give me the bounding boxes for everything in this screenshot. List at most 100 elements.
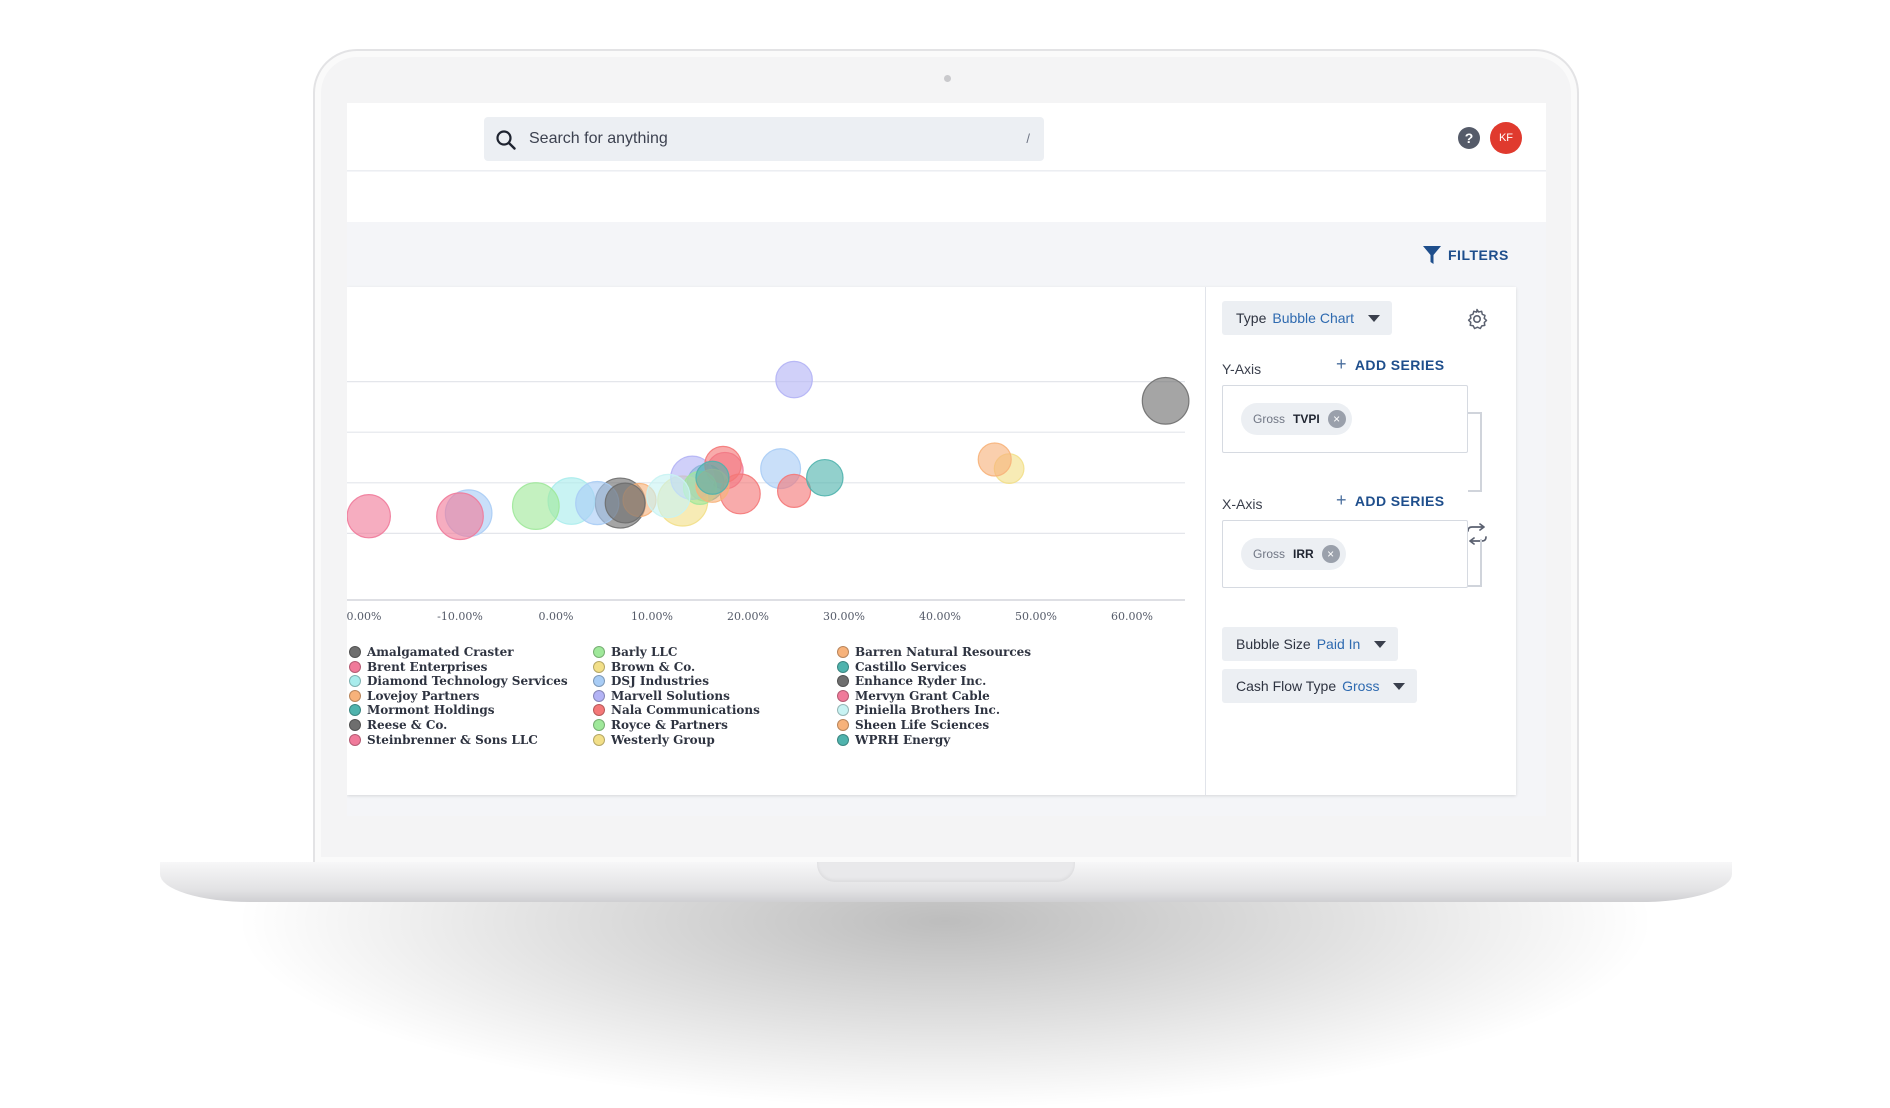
gear-icon[interactable] [1465,307,1489,331]
app-screen: Search for anything / ? KF FILTERS 0.00%… [347,103,1546,816]
avatar[interactable]: KF [1490,122,1522,154]
legend-item[interactable]: Royce & Partners [593,718,728,732]
legend-swatch [837,733,849,746]
y-series-box[interactable]: Gross TVPI × [1222,385,1468,453]
legend-item[interactable]: Lovejoy Partners [349,689,479,703]
legend-swatch [593,704,605,717]
laptop-notch [817,862,1075,882]
legend-swatch [349,733,361,746]
search-shortcut-hint: / [1026,131,1030,146]
legend-swatch [349,689,361,702]
x-add-series-button[interactable]: + ADD SERIES [1336,490,1445,511]
search-input[interactable]: Search for anything / [484,117,1044,161]
legend-item[interactable]: Brown & Co. [593,660,695,674]
x-series-tag: Gross IRR × [1241,538,1346,570]
y-add-series-button[interactable]: + ADD SERIES [1336,354,1445,375]
help-icon[interactable]: ? [1458,127,1480,149]
x-tick-label: 10.00% [631,610,673,623]
cash-flow-type-label: Cash Flow Type [1236,678,1337,694]
legend-item[interactable]: WPRH Energy [837,733,950,747]
y-series-tag: Gross TVPI × [1241,403,1352,435]
legend-swatch [593,646,605,658]
cash-flow-type-select[interactable]: Cash Flow Type Gross [1222,669,1418,703]
x-tick-label: 60.00% [1111,610,1153,623]
x-series-box[interactable]: Gross IRR × [1222,520,1468,588]
legend-swatch [349,704,361,717]
x-tag-metric: IRR [1293,547,1314,561]
filter-icon [1423,246,1441,264]
legend-swatch [349,646,361,658]
legend-label: WPRH Energy [855,732,951,747]
legend-label: Royce & Partners [611,718,728,732]
legend-item[interactable]: Barren Natural Resources [837,645,1031,659]
sub-header [347,172,1546,222]
bubble-size-select[interactable]: Bubble Size Paid In [1222,627,1399,661]
chart-card: 0.00% -10.00% 0.00% 10.00% 20.00% 30.00% 40.00… [347,287,1516,795]
legend-item[interactable]: Amalgamated Craster [349,645,514,659]
legend-item[interactable]: Mormont Holdings [349,703,494,717]
plus-icon: + [1336,490,1347,510]
bubble-size-value: Paid In [1316,636,1361,652]
x-tick-label: -10.00% [437,610,483,623]
search-placeholder: Search for anything [529,130,668,147]
chart-type-value: Bubble Chart [1272,310,1355,326]
panel-divider [1205,287,1206,795]
plus-icon: + [1336,354,1347,374]
x-add-series-label: ADD SERIES [1354,492,1445,509]
legend-swatch [837,704,849,717]
legend-label: Reese & Co. [367,718,448,732]
axis-link-bracket-lower [1468,539,1482,587]
legend-item[interactable]: Diamond Technology Services [349,674,568,688]
x-tick-label: 0.00% [347,610,381,623]
legend-item[interactable]: Westerly Group [593,733,715,747]
legend-item[interactable]: Sheen Life Sciences [837,718,989,732]
legend-item[interactable]: Castillo Services [837,660,966,674]
legend-swatch [837,689,849,702]
axis-link-bracket [1468,412,1482,492]
legend-label: Nala Communications [611,703,760,718]
bubble-chart: 0.00% -10.00% 0.00% 10.00% 20.00% 30.00% 40.00… [347,360,1190,623]
legend-label: Brown & Co. [611,659,696,674]
legend-item[interactable]: Marvell Solutions [593,689,730,703]
y-tag-kind: Gross [1253,412,1286,426]
bubble-point [511,482,560,530]
legend-item[interactable]: Barly LLC [593,645,677,659]
camera-dot [944,75,951,82]
legend-item[interactable]: DSJ Industries [593,674,709,688]
y-add-series-label: ADD SERIES [1354,356,1445,373]
search-icon [496,130,516,150]
legend-item[interactable]: Mervyn Grant Cable [837,689,990,703]
legend-item[interactable]: Reese & Co. [349,718,447,732]
remove-tag-icon[interactable]: × [1321,545,1340,563]
legend-swatch [593,733,605,746]
chart-type-select[interactable]: Type Bubble Chart [1222,301,1393,335]
chevron-down-icon [1393,682,1406,690]
legend-item[interactable]: Nala Communications [593,703,760,717]
bubble-point [695,460,730,495]
cash-flow-type-value: Gross [1342,678,1380,694]
x-tick-label: 20.00% [727,610,769,623]
legend-label: Barren Natural Resources [855,645,1032,659]
legend-label: Brent Enterprises [367,659,488,674]
legend-label: Diamond Technology Services [367,674,568,689]
legend-item[interactable]: Brent Enterprises [349,660,487,674]
legend-label: Castillo Services [855,659,967,674]
legend-label: Mervyn Grant Cable [855,688,990,703]
legend-item[interactable]: Steinbrenner & Sons LLC [349,733,538,747]
legend-item[interactable]: Piniella Brothers Inc. [837,703,1000,717]
bubble-point [977,442,1012,477]
legend-swatch [593,719,605,731]
filters-button[interactable]: FILTERS [1422,243,1509,267]
legend-label: Lovejoy Partners [367,688,480,703]
top-bar: Search for anything / ? KF [347,103,1546,171]
legend-swatch [349,660,361,673]
chart-type-label: Type [1236,310,1267,326]
bubble-point [776,473,812,508]
legend-swatch [837,660,849,673]
bubble-point [805,458,844,497]
legend-swatch [349,675,361,688]
legend-swatch [593,675,605,688]
remove-tag-icon[interactable]: × [1327,410,1346,428]
x-tag-kind: Gross [1253,547,1286,561]
legend-item[interactable]: Enhance Ryder Inc. [837,674,986,688]
